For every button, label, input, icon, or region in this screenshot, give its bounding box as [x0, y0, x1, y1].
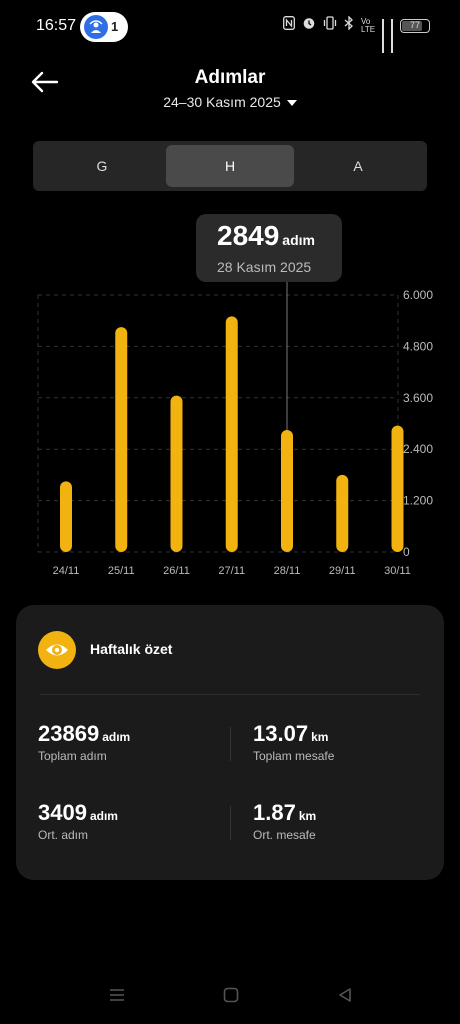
y-tick-label: 4.800 — [403, 339, 433, 353]
stat-unit: km — [298, 809, 317, 823]
status-icons: Vo LTE 77 — [283, 15, 430, 53]
bluetooth-icon — [344, 15, 354, 36]
tooltip-date: 28 Kasım 2025 — [217, 259, 312, 275]
stat-value: 3409 — [38, 800, 87, 825]
tab-week[interactable]: H — [166, 145, 294, 187]
stat-unit: adım — [89, 809, 118, 823]
divider — [230, 806, 231, 840]
bar[interactable] — [336, 474, 349, 552]
battery-icon: 77 — [400, 19, 430, 33]
menu-nav-icon[interactable] — [108, 987, 126, 1003]
range-segmented-control: G H A — [33, 141, 427, 191]
tooltip-value-row: 2849 adım — [217, 220, 315, 252]
stat-unit: adım — [102, 730, 131, 744]
stat-unit: km — [311, 730, 329, 744]
weekly-summary-card: Haftalık özet 23869 adım Toplam adım 13.0… — [16, 605, 444, 880]
notification-count: 1 — [111, 19, 119, 34]
hotspot-icon — [84, 15, 108, 39]
stat-label: Toplam mesafe — [253, 749, 335, 763]
bar[interactable] — [225, 316, 238, 552]
status-bar: 16:57 1 Vo LTE 77 — [0, 0, 460, 53]
bar[interactable] — [115, 327, 128, 552]
dropdown-caret-icon — [286, 100, 297, 107]
y-tick-label: 6.000 — [403, 288, 433, 302]
bar[interactable] — [391, 425, 404, 552]
tab-month[interactable]: A — [294, 145, 422, 187]
y-tick-label: 3.600 — [403, 391, 433, 405]
stat-label: Ort. mesafe — [253, 828, 316, 842]
x-tick-label: 28/11 — [274, 565, 301, 577]
x-tick-label: 30/11 — [384, 565, 411, 577]
nfc-icon — [283, 16, 295, 36]
x-tick-label: 27/11 — [218, 565, 245, 577]
stat-value: 13.07 — [253, 721, 309, 746]
period-selector[interactable]: 24–30 Kasım 2025 — [0, 94, 460, 110]
bar[interactable] — [170, 395, 183, 552]
tooltip-value: 2849 — [217, 220, 280, 251]
stat-label: Ort. adım — [38, 828, 89, 842]
y-tick-label: 2.400 — [403, 442, 433, 456]
stat-total-distance: 13.07 km Toplam mesafe — [253, 721, 334, 763]
alarm-icon — [302, 16, 316, 36]
stat-avg-steps: 3409 adım Ort. adım — [38, 800, 118, 842]
x-tick-label: 29/11 — [329, 565, 356, 577]
system-nav-bar — [0, 980, 460, 1010]
signal-icon — [382, 19, 384, 53]
stat-total-steps: 23869 adım Toplam adım — [38, 721, 130, 763]
page-title: Adımlar — [194, 67, 266, 88]
period-label: 24–30 Kasım 2025 — [163, 94, 281, 110]
battery-text: 77 — [409, 20, 420, 30]
selected-bar-tooltip: 2849 adım 28 Kasım 2025 — [196, 214, 342, 282]
volte-label: Vo LTE — [361, 17, 376, 34]
stat-value: 1.87 — [253, 800, 296, 825]
tab-day[interactable]: G — [38, 145, 166, 187]
x-tick-label: 26/11 — [163, 565, 190, 577]
tooltip-unit: adım — [282, 232, 315, 248]
summary-title: Haftalık özet — [90, 641, 173, 657]
clock: 16:57 — [36, 17, 77, 34]
signal-icon-2 — [391, 19, 393, 53]
eye-icon — [38, 631, 76, 669]
steps-bar-chart[interactable]: 6.000 4.800 3.600 2.400 1.200 0 24/11 25/11 26/1… — [0, 282, 460, 582]
stat-value: 23869 — [38, 721, 100, 746]
x-tick-label: 25/11 — [108, 565, 135, 577]
x-tick-label: 24/11 — [53, 565, 80, 577]
home-nav-icon[interactable] — [222, 987, 240, 1003]
vibrate-icon — [323, 16, 337, 36]
stat-label: Toplam adım — [38, 749, 107, 763]
y-tick-label: 1.200 — [403, 494, 433, 508]
hotspot-notification-pill[interactable]: 1 — [80, 12, 128, 42]
divider — [230, 727, 231, 761]
bar[interactable] — [281, 429, 293, 552]
divider — [40, 694, 420, 695]
stat-avg-distance: 1.87 km Ort. mesafe — [253, 800, 316, 842]
y-tick-label: 0 — [403, 545, 410, 559]
back-nav-icon[interactable] — [336, 987, 354, 1003]
bar[interactable] — [60, 481, 72, 552]
